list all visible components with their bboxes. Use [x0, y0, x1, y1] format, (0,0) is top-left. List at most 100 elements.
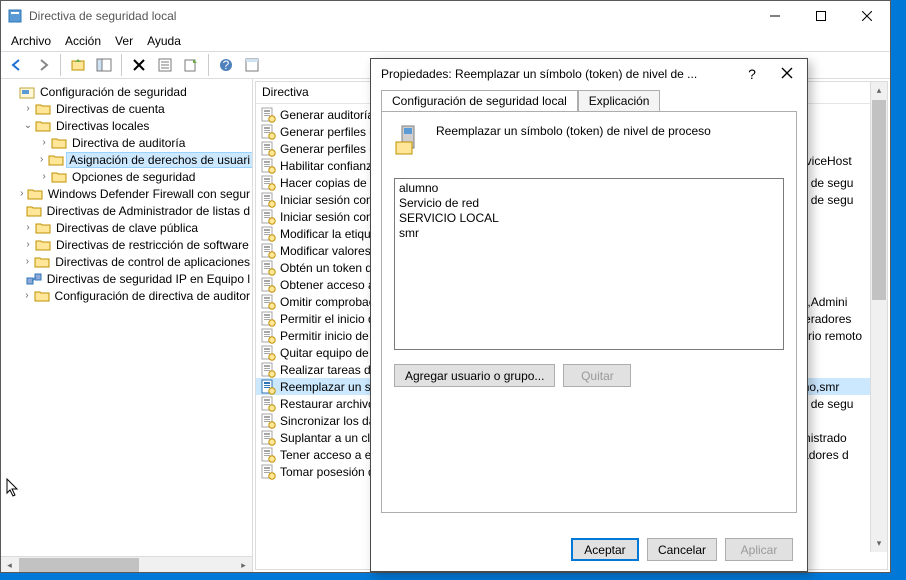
- close-button[interactable]: [844, 1, 890, 31]
- tree-label: Asignación de derechos de usuari: [67, 153, 252, 167]
- tree-item-pubkey[interactable]: › Directivas de clave pública: [5, 219, 252, 236]
- folder-icon: [26, 272, 42, 286]
- list-item[interactable]: smr: [399, 226, 779, 241]
- folder-icon: [51, 170, 67, 184]
- user-list[interactable]: alumno Servicio de red SERVICIO LOCAL sm…: [394, 178, 784, 350]
- scroll-thumb[interactable]: [872, 100, 886, 300]
- folder-icon: [34, 255, 50, 269]
- tree-label: Directivas de cuenta: [54, 102, 167, 116]
- tree-item-local[interactable]: ⌄ Directivas locales: [5, 117, 252, 134]
- tree-item-ipsec[interactable]: Directivas de seguridad IP en Equipo l: [5, 270, 252, 287]
- tab-explanation[interactable]: Explicación: [578, 90, 661, 112]
- tree-item-advaudit[interactable]: ›Configuración de directiva de auditor: [5, 287, 252, 304]
- tree-label: Directivas de restricción de software: [54, 238, 251, 252]
- cancel-button[interactable]: Cancelar: [647, 538, 717, 561]
- scroll-thumb[interactable]: [19, 558, 139, 572]
- folder-icon: [35, 221, 51, 235]
- expander-icon[interactable]: ›: [21, 239, 35, 250]
- delete-button[interactable]: [127, 53, 151, 77]
- policy-item-icon: [260, 158, 276, 174]
- expander-icon[interactable]: ›: [17, 188, 27, 199]
- dialog-help-button[interactable]: ?: [737, 66, 767, 82]
- policy-item-icon: [260, 277, 276, 293]
- tree-label: Directivas de clave pública: [54, 221, 200, 235]
- maximize-button[interactable]: [798, 1, 844, 31]
- folder-icon: [48, 153, 64, 167]
- tree-item-acct[interactable]: › Directivas de cuenta: [5, 100, 252, 117]
- tree-label: Opciones de seguridad: [70, 170, 197, 184]
- expander-icon[interactable]: ›: [21, 103, 35, 114]
- svg-text:?: ?: [223, 58, 230, 72]
- scroll-up-icon[interactable]: ▴: [871, 82, 887, 99]
- tree-item-root[interactable]: Configuración de seguridad: [5, 83, 252, 100]
- add-user-button[interactable]: Agregar usuario o grupo...: [394, 364, 555, 387]
- help-button[interactable]: ?: [214, 53, 238, 77]
- folder-icon: [35, 238, 51, 252]
- menu-file[interactable]: Archivo: [11, 34, 51, 48]
- menu-view[interactable]: Ver: [115, 34, 133, 48]
- menu-help[interactable]: Ayuda: [147, 34, 181, 48]
- policy-item-icon: [260, 430, 276, 446]
- tree-label: Directivas locales: [54, 119, 151, 133]
- scroll-right-icon[interactable]: ▸: [235, 557, 252, 572]
- list-item[interactable]: alumno: [399, 181, 779, 196]
- properties-button[interactable]: [153, 53, 177, 77]
- list-item[interactable]: SERVICIO LOCAL: [399, 211, 779, 226]
- scroll-left-icon[interactable]: ◂: [1, 557, 18, 572]
- dialog-close-button[interactable]: [767, 66, 807, 82]
- expander-icon[interactable]: ⌄: [21, 120, 35, 131]
- policy-item-icon: [260, 141, 276, 157]
- refresh-button[interactable]: [240, 53, 264, 77]
- up-button[interactable]: [66, 53, 90, 77]
- scroll-down-icon[interactable]: ▾: [871, 535, 887, 552]
- title-bar: Directiva de seguridad local: [1, 1, 890, 31]
- show-hide-tree-button[interactable]: [92, 53, 116, 77]
- tree-item-appctrl[interactable]: ›Directivas de control de aplicaciones: [5, 253, 252, 270]
- expander-icon[interactable]: ›: [21, 222, 35, 233]
- policy-item-icon: [260, 243, 276, 259]
- minimize-button[interactable]: [752, 1, 798, 31]
- expander-icon[interactable]: ›: [37, 137, 51, 148]
- tree-pane: Configuración de seguridad›Directivas de…: [1, 79, 253, 572]
- tree-hscrollbar[interactable]: ◂ ▸: [1, 556, 252, 572]
- folder-icon: [35, 102, 51, 116]
- tabstrip: Configuración de seguridad local Explica…: [371, 89, 807, 111]
- tree-label: Directiva de auditoría: [70, 136, 187, 150]
- folder-icon: [26, 204, 42, 218]
- expander-icon[interactable]: ›: [20, 290, 33, 301]
- policy-item-icon: [260, 362, 276, 378]
- folder-icon: [27, 187, 43, 201]
- expander-icon[interactable]: ›: [35, 154, 48, 165]
- expander-icon[interactable]: ›: [37, 171, 51, 182]
- export-button[interactable]: [179, 53, 203, 77]
- tree-item-secopt[interactable]: › Opciones de seguridad: [5, 168, 252, 185]
- forward-button[interactable]: [31, 53, 55, 77]
- policy-item-icon: [260, 464, 276, 480]
- tree-item-nla[interactable]: Directivas de Administrador de listas d: [5, 202, 252, 219]
- policy-item-icon: [260, 124, 276, 140]
- ok-button[interactable]: Aceptar: [571, 538, 639, 561]
- remove-button[interactable]: Quitar: [563, 364, 631, 387]
- tree-item-firewall[interactable]: ›Windows Defender Firewall con segur: [5, 185, 252, 202]
- policy-item-icon: [260, 107, 276, 123]
- dialog-title: Propiedades: Reemplazar un símbolo (toke…: [381, 67, 737, 81]
- folder-icon: [51, 136, 67, 150]
- policy-item-icon: [260, 311, 276, 327]
- window-title: Directiva de seguridad local: [29, 9, 752, 23]
- tab-local-security[interactable]: Configuración de seguridad local: [381, 90, 578, 112]
- menu-bar: Archivo Acción Ver Ayuda: [1, 31, 890, 51]
- policy-item-icon: [260, 345, 276, 361]
- menu-action[interactable]: Acción: [65, 34, 101, 48]
- apply-button[interactable]: Aplicar: [725, 538, 793, 561]
- list-item[interactable]: Servicio de red: [399, 196, 779, 211]
- policy-icon: [394, 124, 426, 156]
- folder-icon: [19, 85, 35, 99]
- list-vscrollbar[interactable]: ▴ ▾: [870, 82, 887, 552]
- expander-icon[interactable]: ›: [21, 256, 35, 267]
- app-icon: [7, 8, 23, 24]
- back-button[interactable]: [5, 53, 29, 77]
- policy-item-icon: [260, 209, 276, 225]
- tree-item-audit[interactable]: › Directiva de auditoría: [5, 134, 252, 151]
- tree-item-swrest[interactable]: › Directivas de restricción de software: [5, 236, 252, 253]
- tree-item-rights[interactable]: › Asignación de derechos de usuari: [5, 151, 252, 168]
